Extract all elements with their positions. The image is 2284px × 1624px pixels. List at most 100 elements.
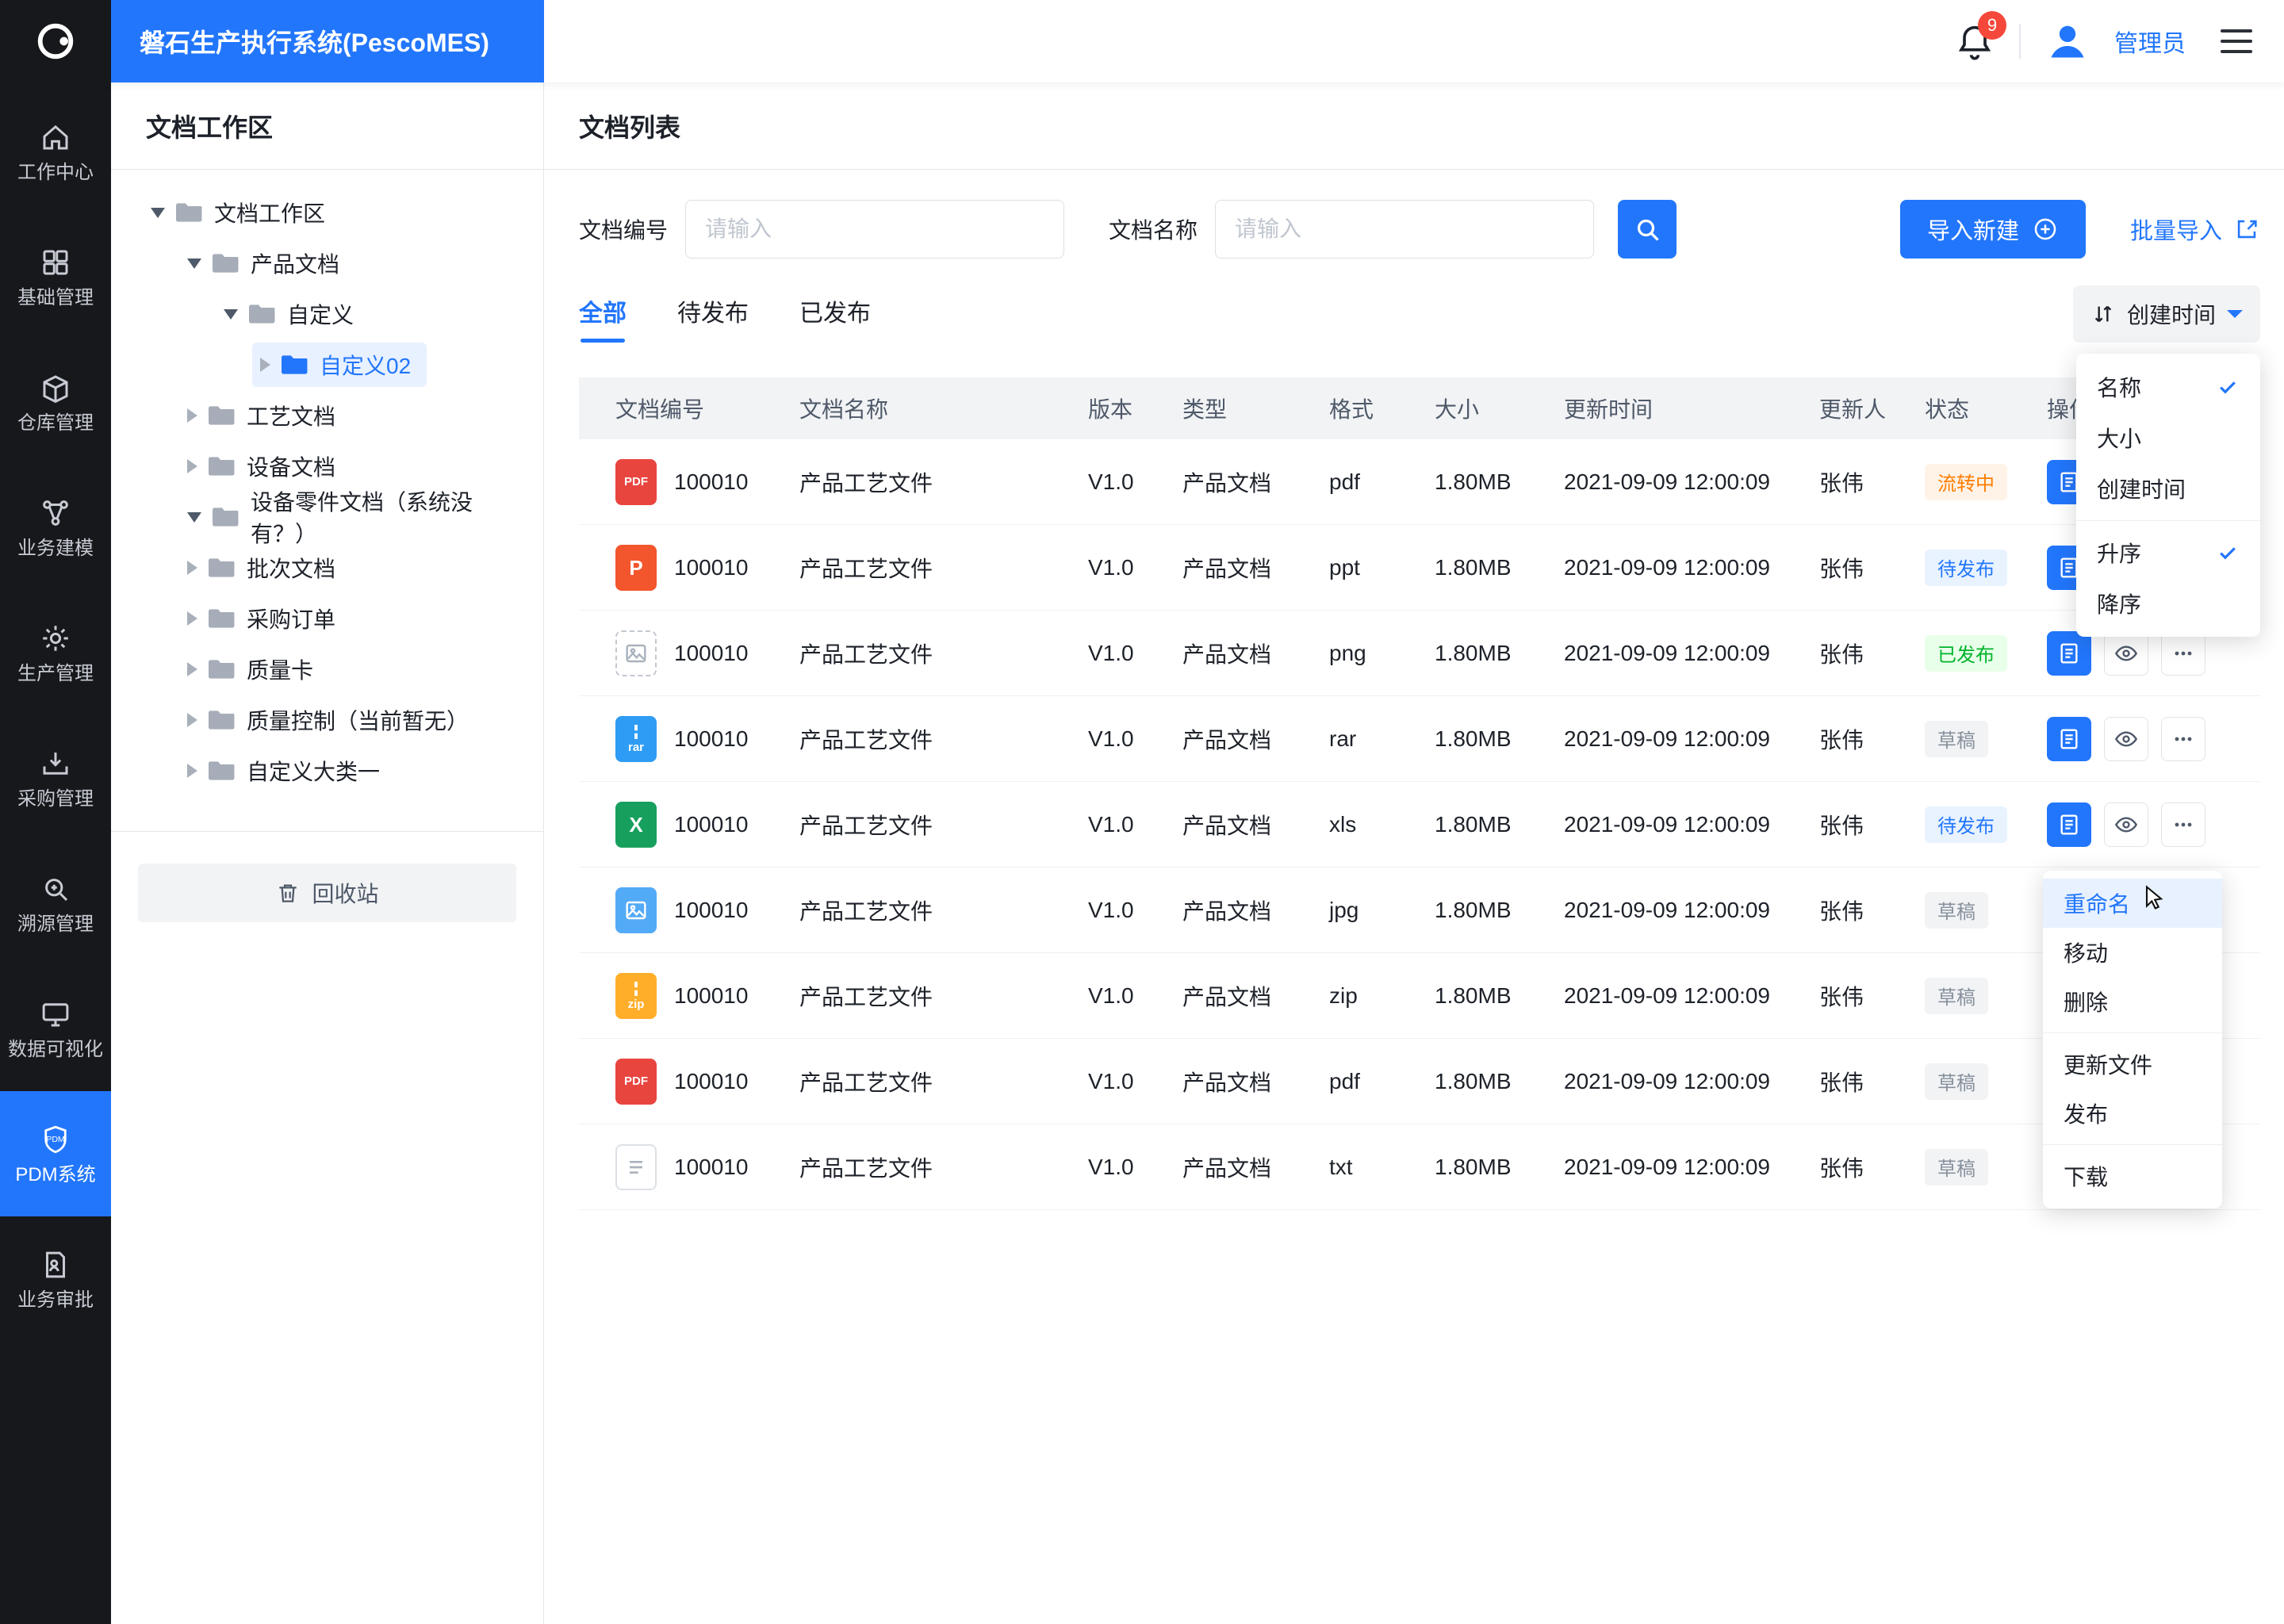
caret-down-icon[interactable] [151,207,165,218]
tree-node[interactable]: 质量控制（当前暂无） [111,695,543,745]
menu-icon[interactable] [2221,29,2252,53]
row-menu-item[interactable]: 更新文件 [2043,1040,2222,1089]
folder-icon [209,658,236,680]
more-button[interactable] [2161,630,2205,676]
caret-down-icon[interactable] [224,308,238,320]
doc-version: V1.0 [1088,469,1134,494]
caret-right-icon[interactable] [187,459,197,473]
doc-cell: 100010 [579,630,799,676]
caret-right-icon[interactable] [187,561,197,575]
sort-field-option[interactable]: 名称 [2076,362,2260,412]
recycle-bin-button[interactable]: 回收站 [138,864,516,922]
user-name[interactable]: 管理员 [2114,24,2186,59]
preview-button[interactable] [2104,802,2148,847]
caret-right-icon[interactable] [260,358,270,372]
tree-node-label: 文档工作区 [214,201,326,226]
nav-item-modeling[interactable]: 业务建模 [0,465,111,590]
app-title: 磐石生产执行系统(PescoMES) [111,0,544,82]
avatar[interactable] [2044,18,2090,64]
doc-name-input[interactable] [1215,200,1595,259]
nav-item-grid[interactable]: 基础管理 [0,214,111,339]
table-row: zip 100010 产品工艺文件 V1.0 产品文档 zip 1.80MB 2021-09-… [579,953,2260,1039]
table-header-row: 文档编号 文档名称 版本 类型 格式 大小 更新时间 更新人 状态 操作 [579,377,2260,439]
doc-updater: 张伟 [1819,556,1864,581]
eye-icon [2113,726,2139,752]
tree-node[interactable]: 质量卡 [111,644,543,695]
tab-all[interactable]: 全部 [579,293,627,343]
nav-item-production[interactable]: 生产管理 [0,590,111,715]
caret-right-icon[interactable] [187,611,197,626]
tree-node[interactable]: 自定义大类一 [111,745,543,796]
row-menu-item[interactable]: 发布 [2043,1089,2222,1138]
menu-item-label: 重命名 [2064,892,2131,917]
sort-order-option[interactable]: 降序 [2076,578,2260,629]
doc-cell: X 100010 [579,801,799,848]
preview-button[interactable] [2104,716,2148,761]
chevron-down-icon [2227,310,2243,326]
import-new-button[interactable]: 导入新建 [1899,200,2086,259]
table-row: PDF 100010 产品工艺文件 V1.0 产品文档 pdf 1.80MB 2021-09-… [579,439,2260,525]
doc-updater: 张伟 [1819,727,1864,753]
caret-down-icon[interactable] [187,258,201,269]
detail-button[interactable] [2047,630,2091,676]
column-header: 文档名称 [799,397,889,422]
caret-right-icon[interactable] [187,713,197,727]
tree-node[interactable]: 设备零件文档（系统没有？） [111,490,543,546]
sort-button[interactable]: 创建时间 [2072,285,2260,343]
column-header: 更新人 [1819,397,1887,422]
tree-node[interactable]: 采购订单 [111,593,543,644]
row-menu-item[interactable]: 删除 [2043,977,2222,1026]
more-button[interactable] [2161,802,2205,847]
nav-item-warehouse[interactable]: 仓库管理 [0,339,111,465]
detail-button[interactable] [2047,716,2091,761]
batch-import-button[interactable]: 批量导入 [2130,213,2260,246]
content-panel: 文档列表 文档编号 文档名称 导入新建 批量导入 [544,82,2284,1624]
nav-item-dataviz[interactable]: 数据可视化 [0,966,111,1091]
filter-bar: 文档编号 文档名称 导入新建 批量导入 [579,200,2260,259]
menu-divider [2076,520,2260,521]
nav-item-trace[interactable]: 溯源管理 [0,841,111,966]
column-header: 类型 [1182,397,1228,422]
row-menu-item[interactable]: 下载 [2043,1151,2222,1201]
caret-right-icon[interactable] [187,408,197,423]
sort-order-option[interactable]: 升序 [2076,527,2260,578]
doc-no: 100010 [674,640,749,665]
row-menu-item[interactable]: 移动 [2043,928,2222,977]
nav-item-home[interactable]: 工作中心 [0,89,111,214]
tree-node[interactable]: 产品文档 [111,238,543,289]
tree-node[interactable]: 文档工作区 [111,187,543,238]
nav-item-label: 数据可视化 [8,1039,103,1060]
tab-pending-publish[interactable]: 待发布 [677,293,749,343]
search-button[interactable] [1618,200,1677,259]
column-header: 版本 [1088,397,1133,422]
sort-field-option[interactable]: 大小 [2076,412,2260,463]
status-badge: 草稿 [1925,1063,1988,1100]
nav-item-pdm[interactable]: PDM PDM系统 [0,1091,111,1216]
tree-node[interactable]: 自定义 [111,289,543,339]
row-menu-item[interactable]: 重命名 [2043,879,2222,928]
app-logo[interactable] [0,0,111,82]
doc-type: 产品文档 [1182,1070,1272,1095]
doc-size: 1.80MB [1435,982,1512,1008]
doc-version: V1.0 [1088,1154,1134,1179]
doc-no-input[interactable] [685,200,1065,259]
notification-bell-icon[interactable]: 9 [1954,11,2006,62]
more-button[interactable] [2161,716,2205,761]
caret-right-icon[interactable] [187,662,197,676]
nav-item-procurement[interactable]: 采购管理 [0,715,111,841]
tab-published[interactable]: 已发布 [799,293,871,343]
logo-icon [37,23,74,59]
nav-item-approval[interactable]: 业务审批 [0,1216,111,1342]
tree-node-label: 质量卡 [247,658,314,683]
caret-down-icon[interactable] [187,511,201,523]
doc-format: pdf [1329,1068,1360,1094]
sort-field-option[interactable]: 创建时间 [2076,463,2260,514]
tree-node[interactable]: 工艺文档 [111,390,543,441]
caret-right-icon[interactable] [187,764,197,778]
preview-button[interactable] [2104,630,2148,676]
tree-node[interactable]: 自定义02 [111,339,543,390]
detail-button[interactable] [2047,802,2091,847]
ellipsis-icon [2171,726,2196,752]
doc-updater: 张伟 [1819,470,1864,496]
tabs-bar: 全部 待发布 已发布 创建时间 [579,285,2260,343]
